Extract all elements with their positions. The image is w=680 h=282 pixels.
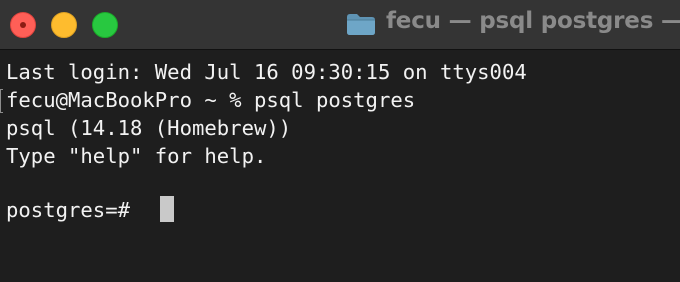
shell-command-line: fecu@MacBookPro ~ % psql postgres [6,88,416,112]
text-cursor [160,196,174,222]
last-login-line: Last login: Wed Jul 16 09:30:15 on ttys0… [6,60,527,84]
psql-version-line: psql (14.18 (Homebrew)) [6,116,292,140]
terminal-window: fecu — psql postgres — Last login: Wed J… [0,0,680,282]
prompt-mark [0,89,3,113]
zoom-window-button[interactable] [92,12,118,38]
terminal-output[interactable]: Last login: Wed Jul 16 09:30:15 on ttys0… [0,50,680,282]
close-window-button[interactable] [10,12,36,38]
help-hint-line: Type "help" for help. [6,144,267,168]
folder-icon [347,14,375,35]
psql-prompt: postgres=# [6,198,143,222]
minimize-window-button[interactable] [51,12,77,38]
window-title-text: fecu — psql postgres — [386,8,680,34]
title-bar[interactable]: fecu — psql postgres — [0,0,680,50]
